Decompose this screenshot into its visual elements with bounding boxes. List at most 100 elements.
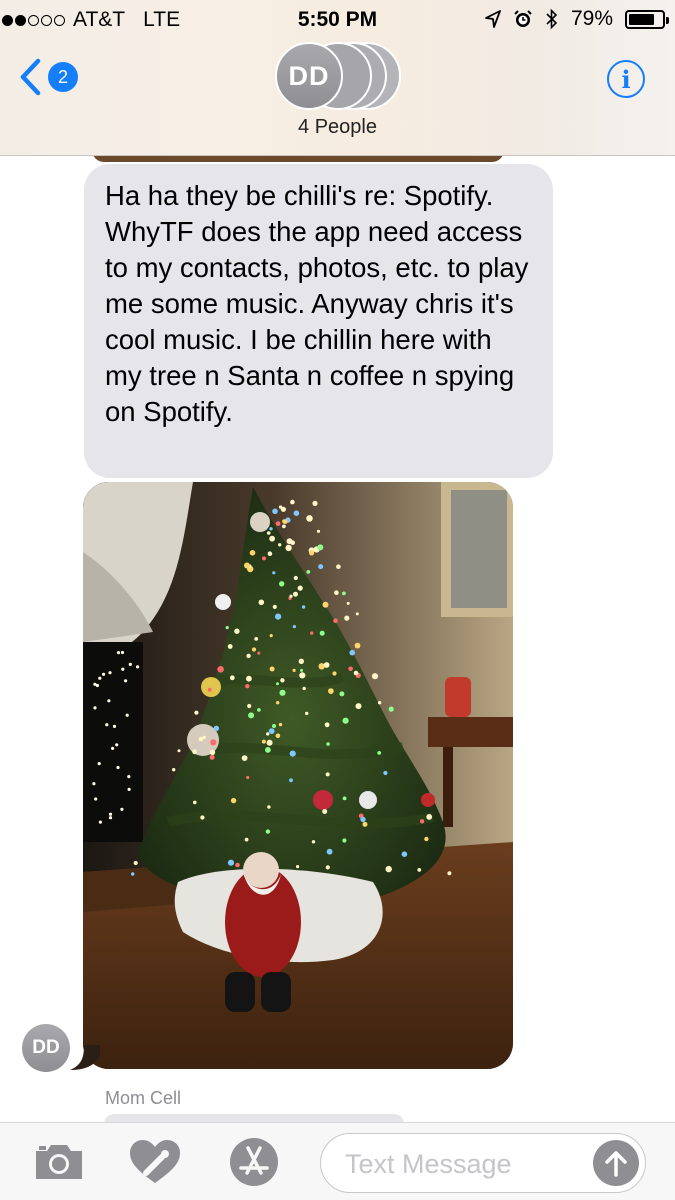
window-light (116, 765, 120, 770)
tree-light (322, 809, 328, 814)
tree-light (278, 722, 283, 727)
tree-light (285, 544, 292, 552)
tree-light (246, 775, 250, 780)
tree-light (362, 821, 368, 827)
tree-light (251, 647, 257, 652)
tree-light (275, 613, 282, 620)
tree-light (311, 840, 316, 844)
alarm-icon (514, 10, 532, 27)
tree-light (290, 499, 295, 505)
tree-light (342, 717, 349, 724)
unread-badge: 2 (48, 62, 78, 92)
tree-light (266, 732, 270, 736)
tree-light (254, 637, 259, 641)
tree-light (230, 797, 237, 804)
tree-light (272, 508, 278, 515)
window-light (108, 816, 113, 820)
tree-light (266, 739, 273, 746)
tree-light (278, 505, 283, 509)
tree-light (306, 570, 311, 574)
camera-button[interactable] (31, 1137, 87, 1187)
message-input[interactable] (345, 1144, 585, 1184)
tree-light (342, 796, 347, 801)
window-light (116, 651, 121, 655)
tree-light (193, 800, 197, 805)
message-text-field[interactable] (320, 1133, 646, 1193)
conversation-header: AT&T LTE 5:50 PM 79% 2 DD 4 People i (0, 0, 675, 156)
window-light (125, 713, 129, 717)
tree-light (360, 816, 366, 823)
tree-light (297, 585, 303, 591)
tree-light (192, 749, 197, 755)
send-button[interactable] (593, 1140, 639, 1186)
window-light (111, 746, 115, 750)
christmas-tree-photo[interactable] (83, 482, 513, 1069)
window-light (115, 743, 119, 747)
tree-light (326, 742, 330, 746)
tree-light (339, 691, 345, 697)
tree-light (261, 739, 266, 744)
tree-light (332, 671, 337, 676)
tree-light (262, 556, 266, 561)
tree-light (348, 666, 353, 672)
tree-light (298, 658, 304, 664)
digital-touch-button[interactable] (127, 1137, 183, 1187)
tree-light (275, 521, 281, 526)
camera-icon (36, 1145, 82, 1179)
window-light (112, 724, 117, 728)
tree-light (247, 703, 252, 709)
tree-light (235, 862, 240, 868)
back-button[interactable]: 2 (18, 58, 78, 96)
tree-light (229, 675, 235, 681)
app-store-button[interactable] (226, 1137, 282, 1187)
window-light (124, 679, 128, 683)
window-light (92, 782, 96, 786)
tree-light (292, 668, 296, 672)
tree-light (268, 728, 275, 734)
message-bubble[interactable]: Ha ha they be chilli's re: Spotify. WhyT… (84, 164, 553, 478)
tree-light (426, 814, 433, 820)
tree-light (249, 550, 256, 556)
window-light (108, 671, 112, 675)
tree-light (244, 837, 249, 842)
app-store-icon (230, 1138, 278, 1186)
battery-percent: 79% (570, 7, 613, 30)
tree-light (344, 615, 350, 621)
group-name[interactable]: 4 People (0, 116, 675, 139)
message-text: Ha ha they be chilli's re: Spotify. WhyT… (105, 180, 529, 427)
group-avatar-stack[interactable]: DD (275, 42, 405, 110)
tree-light (424, 836, 429, 842)
tree-light (322, 601, 329, 608)
tree-light (293, 591, 298, 597)
tree-light (269, 634, 273, 638)
tree-light (269, 535, 275, 542)
tree-light (275, 733, 281, 739)
window-light (120, 807, 124, 811)
tree-light (324, 722, 330, 728)
tree-light (246, 653, 251, 659)
tree-light (354, 642, 361, 649)
tree-light (349, 649, 356, 656)
tree-light (328, 688, 334, 694)
tree-light (293, 575, 298, 581)
digital-touch-icon (130, 1140, 180, 1183)
photo-image (83, 482, 513, 1069)
tree-light (280, 678, 285, 683)
tree-light (334, 590, 339, 595)
tree-light (279, 581, 285, 587)
tree-light (296, 865, 300, 869)
tree-light (265, 829, 271, 834)
tree-light (355, 703, 362, 710)
tree-light (266, 531, 271, 535)
tree-light (302, 686, 306, 691)
tree-light (383, 770, 388, 776)
sender-avatar[interactable]: DD (22, 1024, 70, 1072)
tree-light (310, 631, 314, 635)
tree-light (248, 712, 255, 719)
tree-light (286, 538, 293, 545)
info-button[interactable]: i (607, 60, 645, 98)
tree-light (333, 618, 338, 623)
battery-fill (629, 13, 655, 25)
tree-light (209, 749, 216, 756)
tree-light (342, 838, 347, 843)
